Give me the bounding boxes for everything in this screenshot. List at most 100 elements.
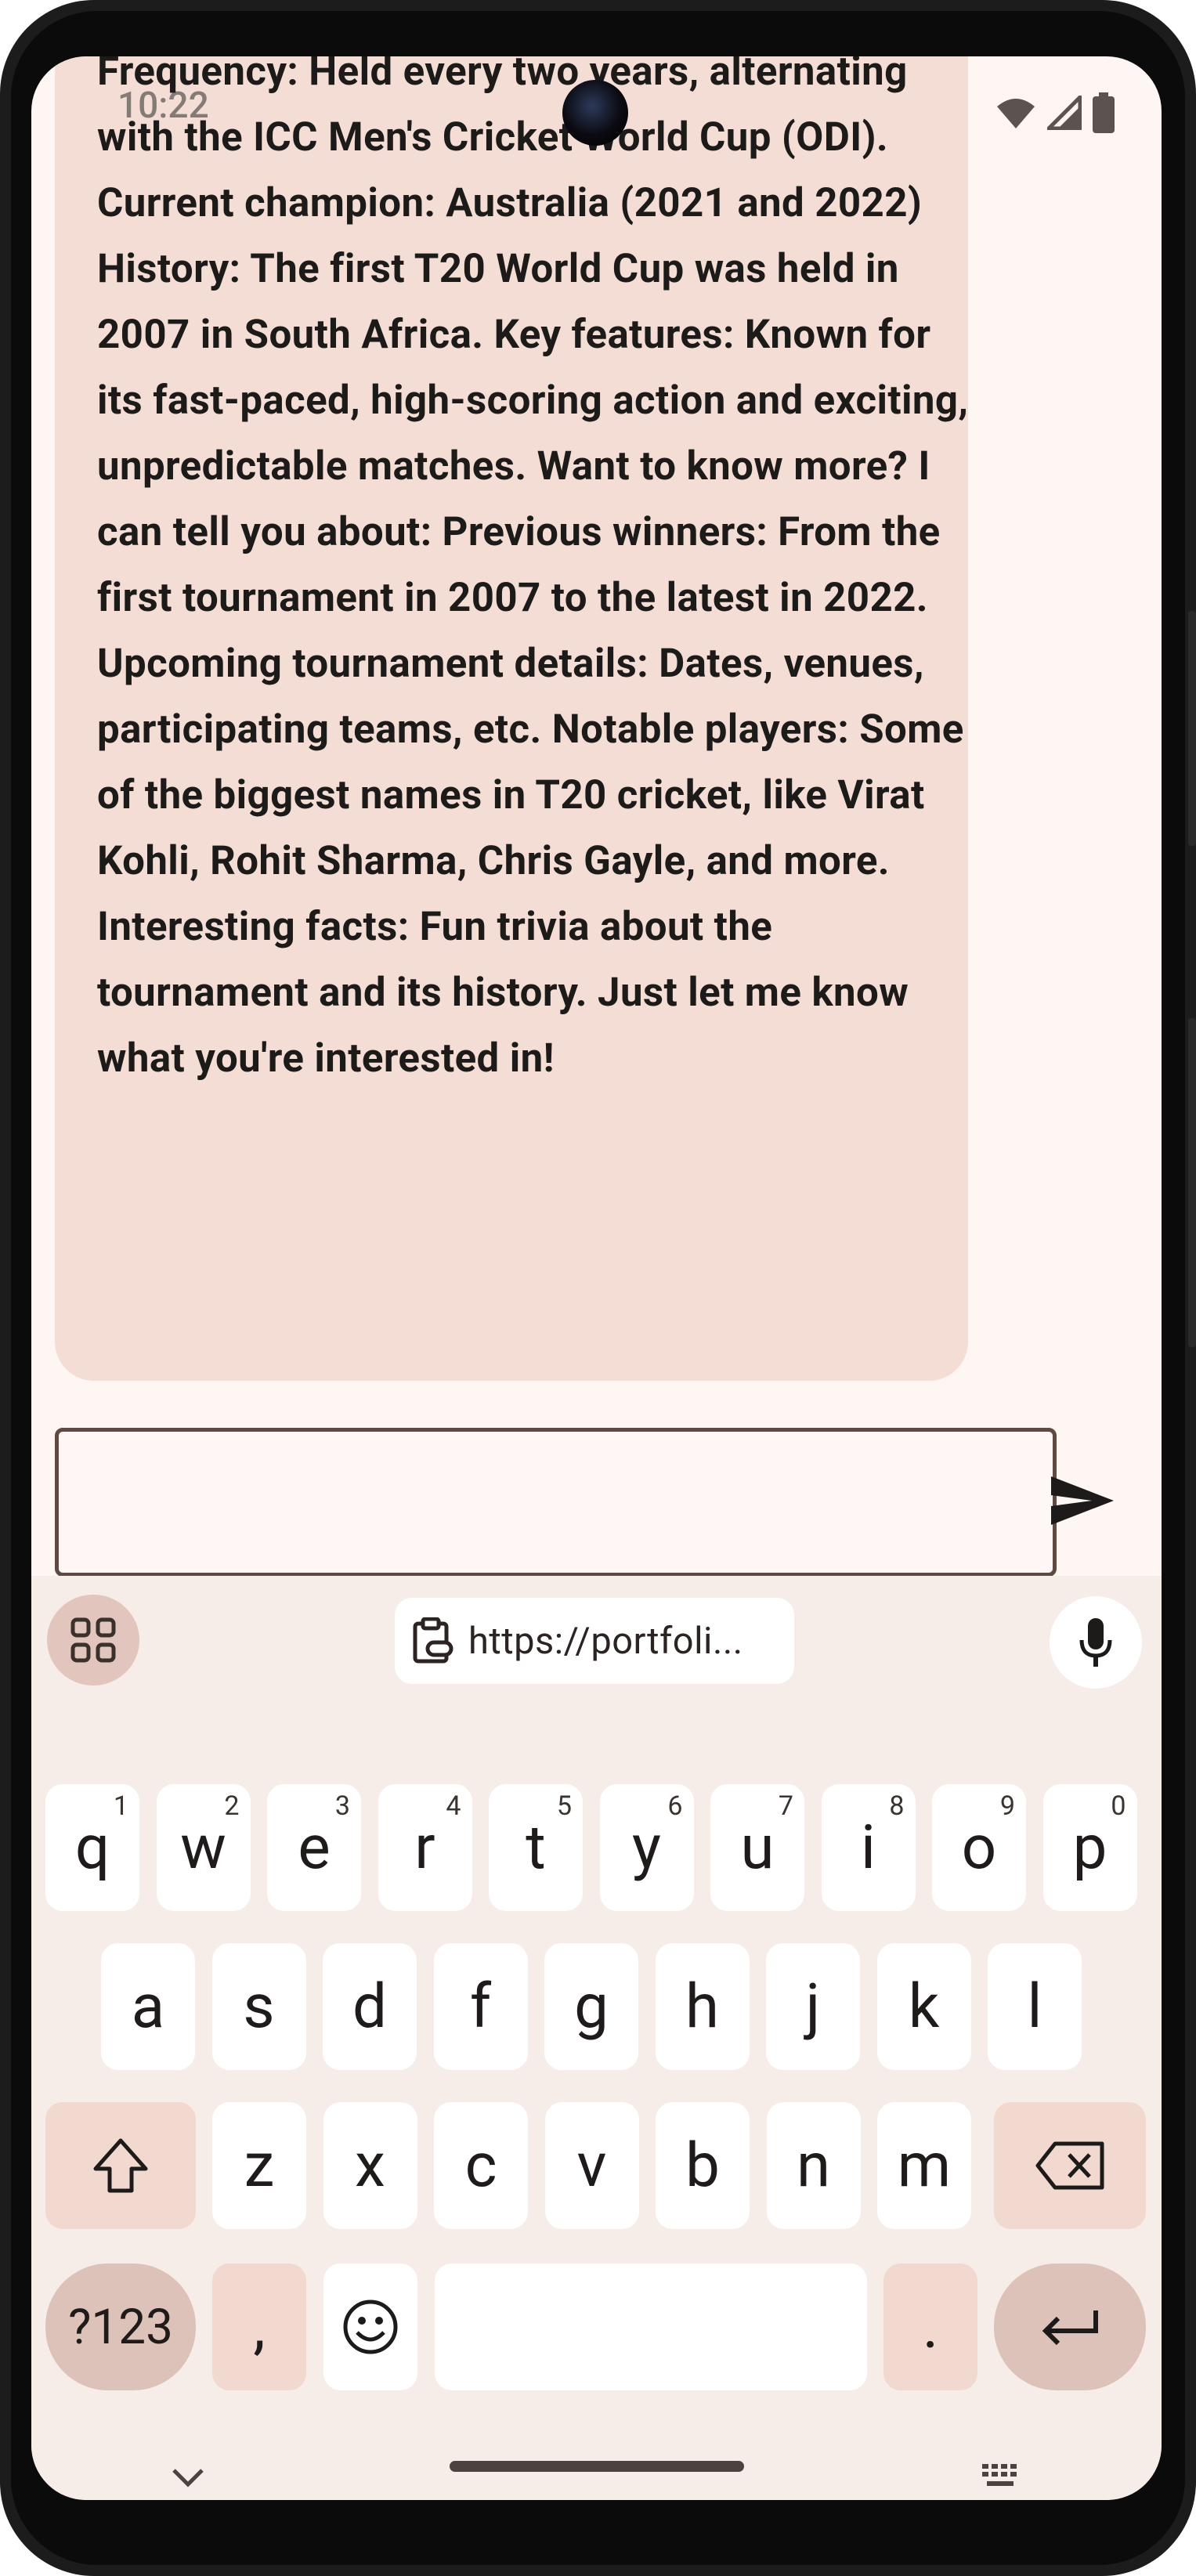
key-hint: 3	[334, 1790, 350, 1822]
front-camera	[562, 80, 628, 146]
key-hint: 8	[889, 1790, 905, 1822]
key-label: g	[574, 1971, 609, 2043]
period-key[interactable]: .	[883, 2263, 977, 2390]
key-n[interactable]: n	[766, 2102, 861, 2229]
wifi-icon	[997, 99, 1035, 128]
key-c[interactable]: c	[434, 2102, 528, 2229]
battery-icon	[1093, 92, 1115, 133]
enter-key[interactable]	[994, 2263, 1146, 2390]
keyboard-switch-icon[interactable]	[981, 2462, 1024, 2491]
key-r[interactable]: r4	[378, 1784, 472, 1911]
key-hint: 7	[778, 1790, 793, 1822]
keyboard: https://portfoli... q1w2e3r4t5y6u7i8o9p0…	[31, 1576, 1162, 2500]
key-y[interactable]: y6	[599, 1784, 694, 1911]
key-j[interactable]: j	[766, 1943, 860, 2070]
key-label: n	[796, 2130, 831, 2202]
key-label: y	[632, 1812, 661, 1884]
key-u[interactable]: u7	[710, 1784, 804, 1911]
key-m[interactable]: m	[877, 2102, 971, 2229]
enter-icon	[1042, 2310, 1098, 2346]
chevron-down-icon[interactable]	[171, 2467, 205, 2489]
key-label: d	[352, 1971, 387, 2043]
send-button[interactable]	[1037, 1461, 1128, 1540]
key-label: a	[131, 1971, 165, 2043]
grid-icon	[70, 1617, 116, 1663]
clipboard-suggestion[interactable]: https://portfoli...	[395, 1598, 794, 1684]
key-g[interactable]: g	[544, 1943, 638, 2070]
key-q[interactable]: q1	[45, 1784, 139, 1911]
device-frame: Frequency: Held every two years, alterna…	[0, 0, 1196, 2576]
key-label: v	[576, 2130, 607, 2202]
key-a[interactable]: a	[101, 1943, 195, 2070]
key-w[interactable]: w2	[156, 1784, 251, 1911]
key-label: i	[861, 1812, 876, 1884]
screen: Frequency: Held every two years, alterna…	[31, 56, 1162, 2500]
key-l[interactable]: l	[988, 1943, 1082, 2070]
key-label: m	[897, 2130, 952, 2202]
key-p[interactable]: p0	[1042, 1784, 1137, 1911]
key-o[interactable]: o9	[932, 1784, 1026, 1911]
key-hint: 4	[446, 1790, 461, 1822]
key-s[interactable]: s	[211, 1943, 306, 2070]
home-indicator[interactable]	[450, 2461, 744, 2472]
signal-icon	[1047, 96, 1082, 130]
key-label: q	[74, 1812, 110, 1884]
key-k[interactable]: k	[876, 1943, 971, 2070]
key-hint: 6	[667, 1790, 683, 1822]
key-label: l	[1027, 1971, 1042, 2043]
status-icons	[995, 92, 1115, 133]
key-label: c	[464, 2130, 497, 2202]
key-label: f	[469, 1971, 492, 2043]
key-e[interactable]: e3	[267, 1784, 361, 1911]
key-label: o	[961, 1812, 997, 1884]
keyboard-apps-button[interactable]	[47, 1595, 139, 1685]
voice-input-button[interactable]	[1050, 1596, 1142, 1689]
message-input[interactable]	[55, 1428, 1057, 1577]
comma-key[interactable]: ,	[212, 2263, 306, 2390]
volume-button	[1188, 1018, 1196, 1347]
key-t[interactable]: t5	[489, 1784, 583, 1911]
send-icon	[1051, 1476, 1114, 1525]
key-label: h	[685, 1971, 719, 2043]
key-hint: 0	[1111, 1790, 1126, 1822]
key-hint: 2	[224, 1790, 240, 1822]
status-time: 10:22	[117, 85, 209, 127]
keyboard-toolbar: https://portfoli...	[31, 1576, 1162, 1693]
backspace-key[interactable]	[994, 2102, 1146, 2229]
shift-icon	[93, 2138, 148, 2193]
key-label: p	[1072, 1812, 1107, 1884]
emoji-key[interactable]	[323, 2263, 417, 2390]
key-x[interactable]: x	[323, 2102, 417, 2229]
key-hint: 1	[113, 1790, 128, 1822]
key-label: j	[805, 1971, 821, 2043]
key-label: t	[526, 1812, 546, 1884]
symbols-key[interactable]: ?123	[45, 2263, 196, 2390]
key-label: s	[243, 1971, 275, 2043]
emoji-icon	[343, 2300, 398, 2354]
space-key[interactable]	[435, 2263, 867, 2390]
key-label: e	[298, 1812, 331, 1884]
microphone-icon	[1079, 1618, 1112, 1667]
backspace-icon	[1035, 2141, 1104, 2190]
key-z[interactable]: z	[212, 2102, 306, 2229]
chat-message-text: Frequency: Held every two years, alterna…	[97, 56, 969, 1082]
key-h[interactable]: h	[655, 1943, 750, 2070]
key-label: u	[740, 1812, 775, 1884]
key-b[interactable]: b	[656, 2102, 750, 2229]
key-label: k	[908, 1971, 940, 2043]
key-v[interactable]: v	[544, 2102, 639, 2229]
power-button	[1188, 611, 1196, 846]
key-label: b	[685, 2130, 720, 2202]
key-hint: 5	[556, 1790, 572, 1822]
key-label: x	[355, 2130, 385, 2202]
key-label: w	[180, 1812, 226, 1884]
key-label: r	[414, 1812, 435, 1884]
key-i[interactable]: i8	[821, 1784, 916, 1911]
clipboard-link-icon	[413, 1617, 453, 1664]
key-label: z	[244, 2130, 275, 2202]
key-hint: 9	[999, 1790, 1015, 1822]
shift-key[interactable]	[45, 2102, 196, 2229]
key-d[interactable]: d	[323, 1943, 417, 2070]
key-f[interactable]: f	[433, 1943, 528, 2070]
clipboard-suggestion-text: https://portfoli...	[468, 1619, 743, 1663]
